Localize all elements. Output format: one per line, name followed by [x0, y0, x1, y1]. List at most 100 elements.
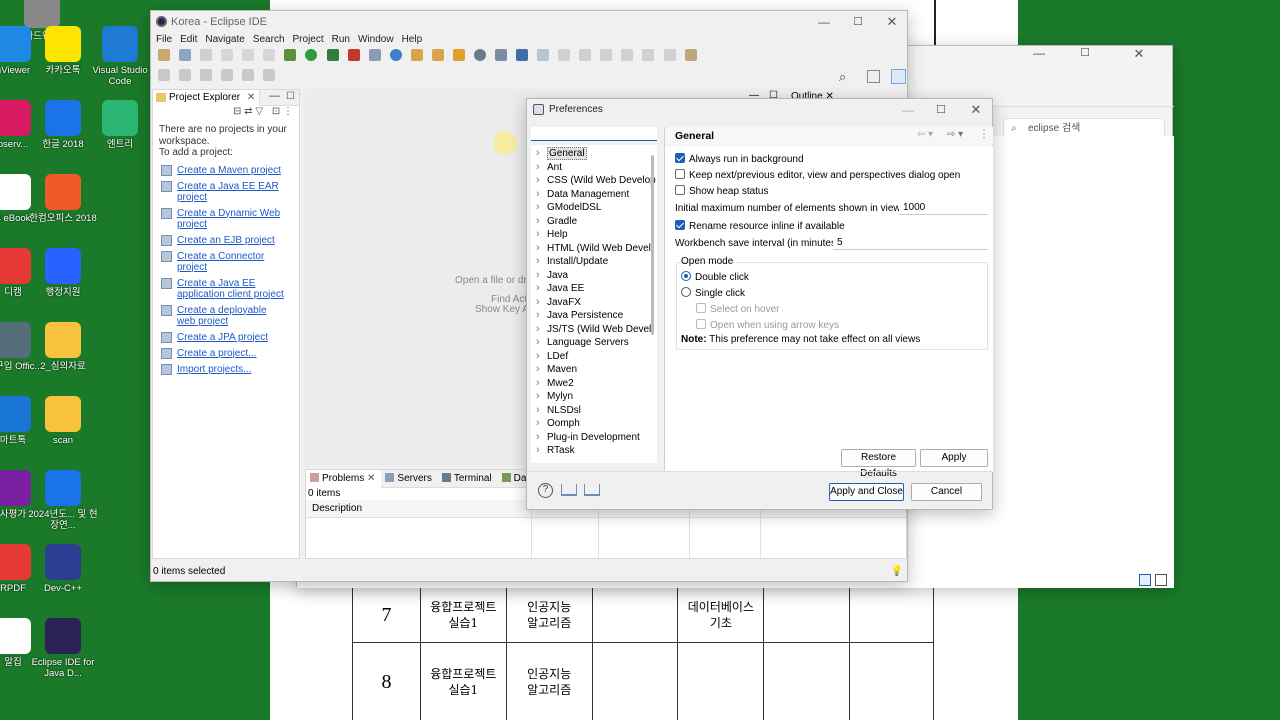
create-project-link[interactable]: Create an EJB project [159, 234, 287, 246]
desktop-icon[interactable]: 2024년도... 및 현장연... [28, 470, 98, 531]
pin-editor-icon[interactable] [263, 69, 276, 82]
import-icon[interactable] [561, 484, 577, 496]
link-label[interactable]: Create an EJB project [177, 235, 275, 246]
forward-icon[interactable] [242, 69, 255, 82]
tiles-view-icon[interactable] [1155, 574, 1167, 586]
forward-icon[interactable]: ⇨ ▾ [947, 129, 963, 140]
link-label[interactable]: Create a deployable web project [177, 305, 267, 327]
disconnect-icon[interactable] [621, 49, 634, 62]
link-editor-icon[interactable]: ⇄ [244, 106, 252, 117]
tree-item[interactable]: Plug-in Development [531, 431, 657, 445]
coverage-icon[interactable] [326, 49, 339, 62]
java-ee-perspective-icon[interactable] [891, 69, 906, 84]
minimize-view-icon[interactable]: — [269, 90, 280, 102]
close-icon[interactable]: ✕ [959, 99, 993, 121]
menu-item[interactable]: Edit [180, 34, 197, 45]
select-hover-checkbox[interactable]: Select on hover [696, 303, 780, 315]
minimize-icon[interactable]: — [891, 99, 925, 121]
create-project-link[interactable]: Create a Connector project [159, 250, 287, 273]
details-view-icon[interactable] [1139, 574, 1151, 586]
print-icon[interactable] [263, 49, 276, 62]
resume-icon[interactable] [558, 49, 571, 62]
tab-project-explorer[interactable]: Project Explorer ✕ [153, 90, 261, 106]
menu-item[interactable]: File [156, 34, 172, 45]
tree-item[interactable]: Java [531, 269, 657, 283]
tab-terminal[interactable]: Terminal [438, 470, 498, 488]
new-icon[interactable] [158, 49, 170, 62]
external-tools-icon[interactable] [347, 49, 360, 62]
create-project-link[interactable]: Create a deployable web project [159, 304, 287, 327]
tree-item[interactable]: General [531, 147, 657, 161]
terminate-icon[interactable] [600, 49, 613, 62]
search-tool-icon[interactable] [452, 49, 465, 62]
create-project-link[interactable]: Create a project... [159, 347, 287, 359]
menu-item[interactable]: Help [402, 34, 423, 45]
tab-problems[interactable]: Problems ✕ [306, 470, 382, 488]
maximize-icon[interactable]: ☐ [924, 99, 958, 121]
next-annotation-icon[interactable] [158, 69, 170, 82]
link-label[interactable]: Create a Maven project [177, 165, 281, 176]
cancel-button[interactable]: Cancel [911, 483, 982, 501]
tree-item[interactable]: Data Management [531, 188, 657, 202]
max-elements-input[interactable]: 1000 [899, 201, 988, 215]
link-label[interactable]: Import projects... [177, 364, 251, 375]
tab-servers[interactable]: Servers [381, 470, 437, 488]
filter-icon[interactable]: ▽ [255, 106, 263, 117]
terminal-icon[interactable] [516, 49, 529, 62]
tree-item[interactable]: Mwe2 [531, 377, 657, 391]
close-icon[interactable]: ✕ [1122, 46, 1156, 62]
search-icon[interactable]: ⌕ [839, 69, 846, 85]
link-label[interactable]: Create a Connector project [177, 251, 264, 273]
tree-item[interactable]: LDef [531, 350, 657, 364]
maximize-icon[interactable]: ☐ [1068, 46, 1102, 59]
tree-item[interactable]: JS/TS (Wild Web Devel [531, 323, 657, 337]
open-arrow-checkbox[interactable]: Open when using arrow keys [696, 319, 839, 331]
create-project-link[interactable]: Create a JPA project [159, 331, 287, 343]
menu-item[interactable]: Run [332, 34, 350, 45]
minimize-icon[interactable]: — [807, 11, 841, 33]
link-label[interactable]: Create a project... [177, 348, 256, 359]
tree-item[interactable]: HTML (Wild Web Devel [531, 242, 657, 256]
globe-icon[interactable] [473, 49, 486, 62]
back-icon[interactable] [221, 69, 234, 82]
rename-inline-checkbox[interactable]: Rename resource inline if available [675, 220, 845, 232]
tree-item[interactable]: Language Servers [531, 336, 657, 350]
pin-icon[interactable] [537, 49, 550, 62]
tree-item[interactable]: JavaFX [531, 296, 657, 310]
collapse-all-icon[interactable]: ⊟ [233, 106, 241, 117]
desktop-icon[interactable]: scan [28, 396, 98, 446]
menu-item[interactable]: Window [358, 34, 394, 45]
close-icon[interactable]: ✕ [364, 473, 375, 484]
debug-icon[interactable] [284, 49, 297, 62]
create-project-link[interactable]: Create a Java EE EAR project [159, 180, 287, 203]
tree-item[interactable]: Java EE [531, 282, 657, 296]
undo-icon[interactable] [242, 49, 255, 62]
desktop-icon[interactable]: Visual Studio Code [85, 26, 155, 87]
suspend-icon[interactable] [579, 49, 592, 62]
desktop-icon[interactable]: Dev-C++ [28, 544, 98, 594]
desktop-icon[interactable]: Eclipse IDE for Java D... [28, 618, 98, 679]
apply-button[interactable]: Apply [920, 449, 988, 467]
tree-item[interactable]: Maven [531, 363, 657, 377]
desktop-icon[interactable]: 행정지원 [28, 248, 98, 298]
open-icon[interactable] [179, 49, 192, 62]
tree-item[interactable]: NLSDsl [531, 404, 657, 418]
maximize-view-icon[interactable]: ☐ [286, 91, 295, 102]
filter-input[interactable] [531, 127, 657, 141]
step-into-icon[interactable] [642, 49, 655, 62]
save-all-icon[interactable] [221, 49, 234, 62]
run-icon[interactable] [305, 49, 318, 62]
tree-item[interactable]: Ant [531, 161, 657, 175]
tree-item[interactable]: Help [531, 228, 657, 242]
single-click-radio[interactable]: Single click [681, 287, 745, 299]
close-icon[interactable]: ✕ [875, 11, 909, 33]
create-project-link[interactable]: Create a Dynamic Web project [159, 207, 287, 230]
tree-item[interactable]: Oomph [531, 417, 657, 431]
toggle-icon[interactable] [684, 49, 697, 62]
new-server-icon[interactable] [368, 49, 381, 62]
focus-icon[interactable]: ⊡ [272, 106, 280, 117]
create-project-link[interactable]: Import projects... [159, 363, 287, 375]
menu-item[interactable]: Navigate [205, 34, 244, 45]
tree-scrollbar[interactable] [651, 155, 654, 335]
link-label[interactable]: Create a Java EE application client proj… [177, 278, 284, 300]
